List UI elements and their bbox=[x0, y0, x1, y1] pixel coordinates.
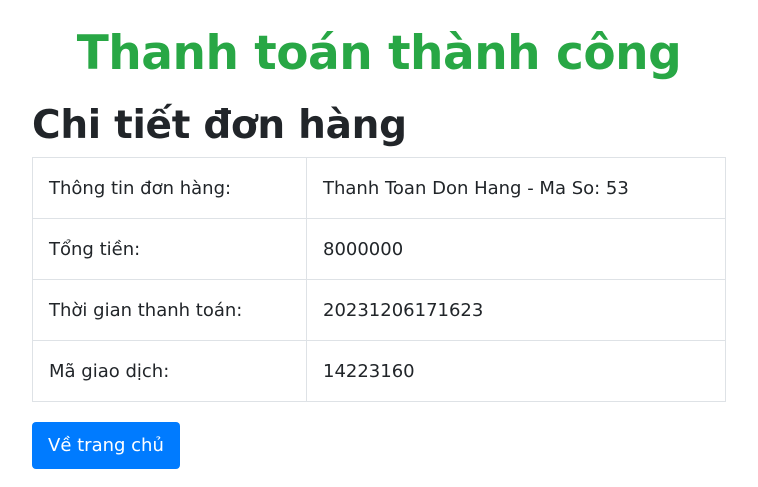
order-details-heading: Chi tiết đơn hàng bbox=[32, 103, 407, 148]
total-amount-value: 8000000 bbox=[306, 218, 726, 280]
table-row-total: Tổng tiền: 8000000 bbox=[32, 218, 726, 280]
home-button[interactable]: Về trang chủ bbox=[32, 422, 180, 469]
page-container: Thanh toán thành công Chi tiết đơn hàng … bbox=[32, 0, 726, 469]
transaction-id-label: Mã giao dịch: bbox=[32, 340, 307, 402]
table-row-payment-time: Thời gian thanh toán: 20231206171623 bbox=[32, 279, 726, 341]
payment-time-label: Thời gian thanh toán: bbox=[32, 279, 307, 341]
table-row-transaction-id: Mã giao dịch: 14223160 bbox=[32, 340, 726, 402]
payment-success-title: Thanh toán thành công bbox=[76, 26, 682, 81]
payment-time-value: 20231206171623 bbox=[306, 279, 726, 341]
order-info-label: Thông tin đơn hàng: bbox=[32, 157, 307, 219]
table-row-order-info: Thông tin đơn hàng: Thanh Toan Don Hang … bbox=[32, 157, 726, 219]
transaction-id-value: 14223160 bbox=[306, 340, 726, 402]
order-info-value: Thanh Toan Don Hang - Ma So: 53 bbox=[306, 157, 726, 219]
total-amount-label: Tổng tiền: bbox=[32, 218, 307, 280]
order-details-table: Thông tin đơn hàng: Thanh Toan Don Hang … bbox=[32, 157, 726, 402]
